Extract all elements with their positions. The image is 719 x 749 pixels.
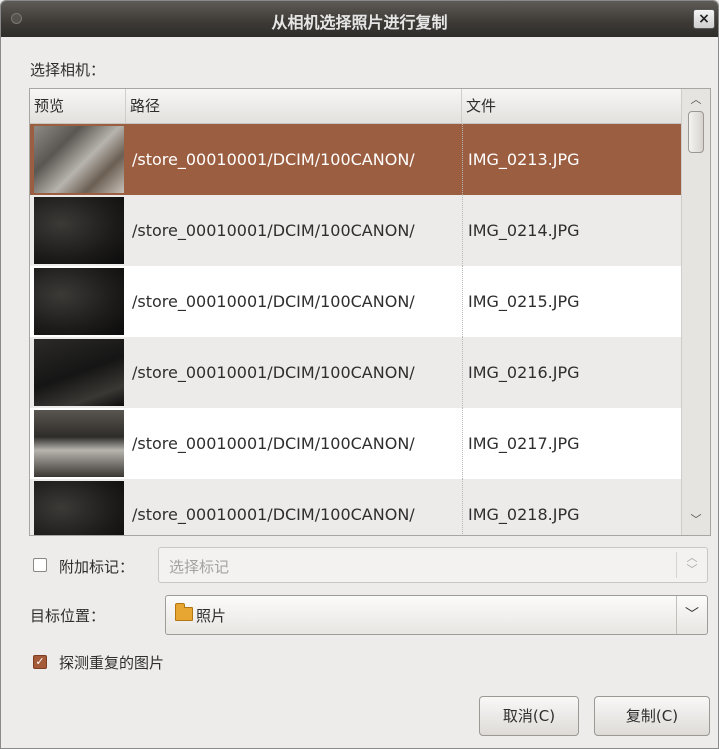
folder-icon [175, 603, 193, 621]
table-row[interactable]: /store_00010001/DCIM/100CANON/IMG_0213.J… [30, 124, 682, 195]
destination-combo[interactable]: 照片 ﹀ [165, 595, 708, 635]
detect-duplicates-checkbox[interactable]: ✓ [33, 655, 47, 669]
destination-value: 照片 [196, 607, 227, 625]
table-row[interactable]: /store_00010001/DCIM/100CANON/IMG_0218.J… [30, 479, 682, 535]
list-rows: /store_00010001/DCIM/100CANON/IMG_0213.J… [30, 124, 682, 535]
photo-thumbnail [34, 268, 124, 335]
detect-duplicates-label: 探测重复的图片 [59, 654, 165, 672]
combo-updown-icon: ︿ ﹀ [676, 552, 707, 578]
row-path: /store_00010001/DCIM/100CANON/ [132, 363, 415, 382]
photo-thumbnail [34, 197, 124, 264]
copy-button[interactable]: 复制(C) [594, 696, 710, 736]
row-file: IMG_0216.JPG [468, 363, 580, 382]
row-path: /store_00010001/DCIM/100CANON/ [132, 434, 415, 453]
tag-checkbox[interactable] [33, 558, 47, 572]
column-separator [462, 479, 463, 535]
photo-thumbnail [34, 126, 124, 193]
table-row[interactable]: /store_00010001/DCIM/100CANON/IMG_0215.J… [30, 266, 682, 337]
list-header: 预览 路径 文件 [30, 89, 682, 124]
row-file: IMG_0217.JPG [468, 434, 580, 453]
tag-combo[interactable]: 选择标记 ︿ ﹀ [158, 547, 708, 583]
column-header-file[interactable]: 文件 [462, 89, 682, 123]
column-separator [462, 195, 463, 266]
photo-import-dialog: 从相机选择照片进行复制 × 选择相机： 预览 路径 文件 /store_0001… [0, 0, 719, 749]
close-button[interactable]: × [693, 9, 715, 29]
scrollbar-thumb[interactable] [688, 111, 704, 153]
row-path: /store_00010001/DCIM/100CANON/ [132, 150, 415, 169]
row-path: /store_00010001/DCIM/100CANON/ [132, 505, 415, 524]
column-separator [462, 337, 463, 408]
row-file: IMG_0214.JPG [468, 221, 580, 240]
photo-list[interactable]: 预览 路径 文件 /store_00010001/DCIM/100CANON/I… [29, 88, 711, 536]
row-file: IMG_0215.JPG [468, 292, 580, 311]
column-header-path[interactable]: 路径 [126, 89, 462, 123]
table-row[interactable]: /store_00010001/DCIM/100CANON/IMG_0217.J… [30, 408, 682, 479]
scroll-up-icon[interactable]: ︿ [682, 91, 710, 113]
title-bar[interactable]: 从相机选择照片进行复制 × [1, 1, 718, 37]
tag-combo-placeholder: 选择标记 [169, 558, 230, 576]
column-separator [462, 124, 463, 195]
row-file: IMG_0213.JPG [468, 150, 580, 169]
row-file: IMG_0218.JPG [468, 505, 580, 524]
row-path: /store_00010001/DCIM/100CANON/ [132, 292, 415, 311]
destination-label: 目标位置： [30, 607, 106, 625]
column-separator [462, 266, 463, 337]
camera-label: 选择相机： [30, 61, 106, 79]
vertical-scrollbar[interactable]: ︿ ﹀ [681, 89, 710, 535]
table-row[interactable]: /store_00010001/DCIM/100CANON/IMG_0214.J… [30, 195, 682, 266]
photo-thumbnail [34, 339, 124, 406]
cancel-button[interactable]: 取消(C) [479, 696, 579, 736]
chevron-down-icon[interactable]: ﹀ [676, 596, 707, 634]
table-row[interactable]: /store_00010001/DCIM/100CANON/IMG_0216.J… [30, 337, 682, 408]
scroll-down-icon[interactable]: ﹀ [682, 511, 710, 533]
photo-thumbnail [34, 481, 124, 535]
tag-label: 附加标记： [59, 558, 135, 576]
photo-thumbnail [34, 410, 124, 477]
window-title: 从相机选择照片进行复制 [271, 13, 448, 32]
column-separator [462, 408, 463, 479]
column-header-preview[interactable]: 预览 [30, 89, 126, 123]
row-path: /store_00010001/DCIM/100CANON/ [132, 221, 415, 240]
